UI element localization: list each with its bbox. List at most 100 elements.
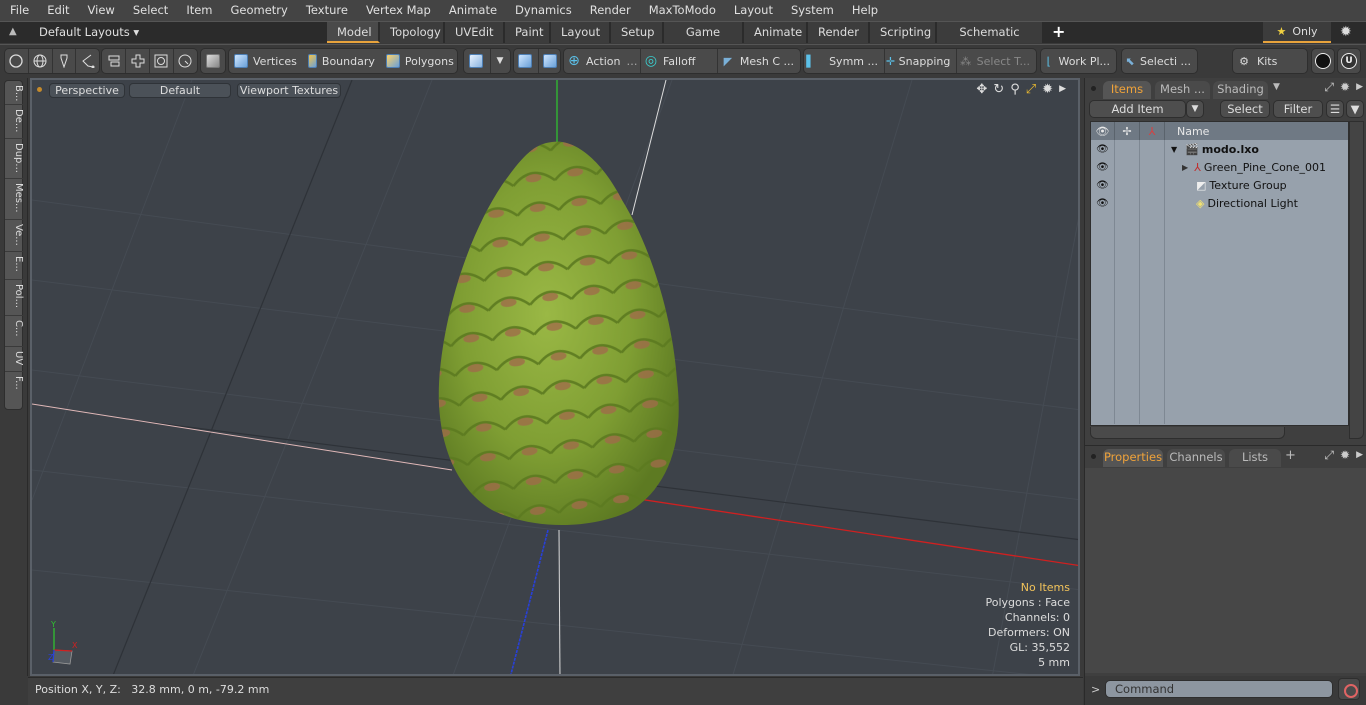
work-plane-button[interactable]: ⌊ Work Pl... — [1040, 48, 1117, 74]
tabs-more-dropdown-icon[interactable]: ▼ — [1273, 82, 1280, 92]
falloff-button[interactable]: ◎ Falloff — [641, 49, 717, 73]
funnel-filter-icon[interactable]: ▼ — [1346, 100, 1364, 118]
menu-texture[interactable]: Texture — [297, 0, 357, 21]
name-column-header[interactable]: Name — [1165, 122, 1348, 140]
3d-viewport[interactable]: Perspective Default Viewport Textures ✥ … — [30, 78, 1080, 676]
vtab-f[interactable]: F... — [5, 372, 24, 402]
gear-icon[interactable]: ✹ — [1340, 24, 1352, 40]
items-panel-gear-icon[interactable]: ✹ — [1340, 80, 1350, 95]
menu-render[interactable]: Render — [581, 0, 640, 21]
tab-layout[interactable]: Layout — [551, 22, 611, 43]
vtab-b[interactable]: B... — [5, 81, 24, 105]
visibility-column-eye-icon[interactable]: 👁 — [1091, 122, 1115, 140]
material-cube-icon[interactable] — [469, 54, 483, 68]
menu-maxtomodo[interactable]: MaxToModo — [640, 0, 725, 21]
tree-row-scene[interactable]: 👁 ▼ 🎬 modo.lxo — [1091, 140, 1348, 158]
vtab-uv[interactable]: UV — [5, 347, 24, 372]
dial-icon[interactable] — [174, 49, 197, 73]
vtab-e[interactable]: E... — [5, 252, 24, 280]
tree-row-light[interactable]: 👁 ◈ Directional Light — [1091, 194, 1348, 212]
add-tab-icon[interactable]: + — [1044, 22, 1073, 43]
path-icon[interactable] — [76, 49, 99, 73]
tab-animate[interactable]: Animate — [744, 22, 808, 43]
only-toggle[interactable]: ★ Only — [1263, 22, 1331, 43]
circle-select-icon[interactable] — [5, 49, 28, 73]
tab-items[interactable]: Items — [1103, 81, 1151, 99]
menu-edit[interactable]: Edit — [38, 0, 78, 21]
unity-button[interactable] — [1311, 48, 1335, 74]
tree-vertical-scrollbar[interactable] — [1349, 121, 1364, 439]
tab-scripting[interactable]: Scripting — [870, 22, 937, 43]
viewport-gear-icon[interactable]: ✹ — [1042, 82, 1053, 97]
tab-properties[interactable]: Properties — [1103, 449, 1163, 467]
menu-geometry[interactable]: Geometry — [222, 0, 297, 21]
menu-view[interactable]: View — [79, 0, 124, 21]
align-icon[interactable] — [102, 49, 125, 73]
maximize-view-icon[interactable]: ⤢ — [1026, 82, 1036, 97]
rotate-view-icon[interactable]: ↻ — [993, 82, 1004, 97]
tab-lists[interactable]: Lists — [1229, 449, 1281, 467]
expand-arrow-icon[interactable]: ▶ — [1182, 163, 1188, 172]
tab-paint[interactable]: Paint — [505, 22, 551, 43]
filter-button[interactable]: Filter — [1273, 100, 1323, 118]
tree-row-texture-group[interactable]: 👁 ◩ Texture Group — [1091, 176, 1348, 194]
properties-menu-arrow-icon[interactable]: ▶ — [1356, 448, 1363, 463]
record-macro-button[interactable] — [1338, 678, 1360, 700]
vtab-pol[interactable]: Pol... — [5, 280, 24, 316]
unreal-button[interactable]: U — [1337, 48, 1361, 74]
tab-schematic-fusion[interactable]: Schematic Fusion — [937, 22, 1044, 59]
menu-animate[interactable]: Animate — [440, 0, 506, 21]
tab-game-tools[interactable]: Game Tools — [664, 22, 744, 59]
add-item-button[interactable]: Add Item — [1089, 100, 1186, 118]
viewport-menu-arrow-icon[interactable]: ▶ — [1059, 82, 1066, 97]
vtab-mes[interactable]: Mes... — [5, 179, 24, 220]
visibility-eye-icon[interactable]: 👁 — [1096, 180, 1109, 191]
locator-column-icon[interactable]: ⅄ — [1140, 122, 1165, 140]
zoom-view-icon[interactable]: ⚲ — [1010, 82, 1020, 97]
tab-setup[interactable]: Setup — [611, 22, 664, 43]
pine-cone-model[interactable] — [438, 141, 679, 525]
move-view-icon[interactable]: ✥ — [976, 82, 987, 97]
properties-gear-icon[interactable]: ✹ — [1340, 448, 1350, 463]
visibility-eye-icon[interactable]: 👁 — [1096, 144, 1109, 155]
tab-mesh[interactable]: Mesh ... — [1155, 81, 1210, 99]
tab-render[interactable]: Render — [808, 22, 870, 43]
frame-icon[interactable] — [150, 49, 173, 73]
collapse-up-icon[interactable]: ▲ — [9, 26, 21, 38]
menu-item[interactable]: Item — [177, 0, 221, 21]
cross-icon[interactable] — [126, 49, 149, 73]
vertices-button[interactable]: Vertices — [229, 54, 303, 68]
view-perspective-button[interactable]: Perspective — [49, 83, 125, 98]
menu-file[interactable]: File — [0, 0, 38, 21]
select-through-button[interactable]: ⁂ Select T... — [957, 49, 1036, 73]
tree-row-mesh[interactable]: 👁 ▶ ⅄ Green_Pine_Cone_001 — [1091, 158, 1348, 176]
material-dropdown-icon[interactable]: ▼ — [491, 49, 509, 73]
shading-default-button[interactable]: Default — [129, 83, 231, 98]
tab-shading[interactable]: Shading — [1213, 81, 1268, 99]
select-button[interactable]: Select — [1220, 100, 1270, 118]
symmetry-button[interactable]: ▌ Symm ... — [804, 49, 884, 73]
menu-vertex-map[interactable]: Vertex Map — [357, 0, 440, 21]
viewport-textures-button[interactable]: Viewport Textures — [237, 83, 341, 98]
tree-horizontal-scrollbar[interactable] — [1090, 427, 1285, 439]
vtab-ve[interactable]: Ve... — [5, 220, 24, 252]
polygons-button[interactable]: Polygons — [381, 54, 460, 68]
visibility-eye-icon[interactable]: 👁 — [1096, 162, 1109, 173]
gizmo-alt-icon[interactable] — [543, 54, 557, 68]
vtab-dup[interactable]: Dup... — [5, 139, 24, 179]
expand-panel-icon[interactable]: ⤢ — [1324, 448, 1334, 463]
globe-icon[interactable] — [29, 49, 52, 73]
default-layouts-dropdown[interactable]: Default Layouts ▾ — [39, 25, 139, 39]
add-item-dropdown-icon[interactable]: ▼ — [1186, 100, 1204, 118]
lock-column-icon[interactable]: ✢ — [1115, 122, 1140, 140]
gizmo-icon[interactable] — [518, 54, 532, 68]
expand-panel-icon[interactable]: ⤢ — [1324, 80, 1334, 95]
command-input[interactable]: Command — [1105, 680, 1333, 698]
tab-uvedit[interactable]: UVEdit — [445, 22, 505, 43]
menu-layout[interactable]: Layout — [725, 0, 782, 21]
tab-model[interactable]: Model — [327, 22, 380, 43]
kits-button[interactable]: ⚙ Kits — [1232, 48, 1308, 74]
collapse-arrow-icon[interactable]: ▼ — [1171, 145, 1177, 154]
boundary-button[interactable]: Boundary — [303, 54, 381, 68]
selection-sets-button[interactable]: ⬉ Selecti ... — [1121, 48, 1198, 74]
